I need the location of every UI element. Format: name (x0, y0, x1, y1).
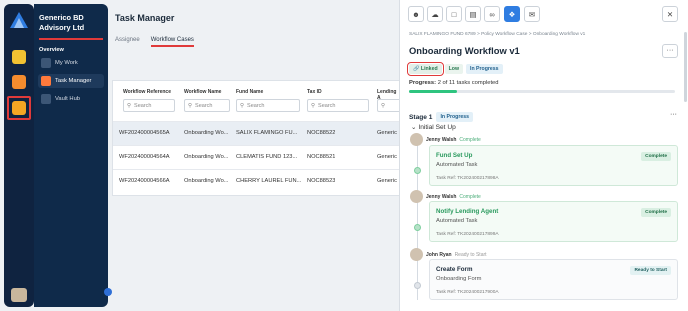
priority-badge: Low (444, 64, 463, 74)
close-icon[interactable]: ✕ (662, 6, 678, 22)
clipboard-icon[interactable]: ▤ (465, 6, 481, 22)
table-row[interactable]: WF202400004565A Onboarding Wo... SALIX F… (113, 121, 403, 145)
sidebar-item-vault-hub[interactable]: Vault Hub (38, 92, 104, 106)
search-input[interactable]: ⚲ Search (184, 99, 230, 112)
app-rail (4, 4, 34, 307)
status-badge: Complete (641, 152, 671, 161)
stage-more-icon[interactable]: ··· (670, 111, 677, 118)
tabs: Assignee Workflow Cases (115, 37, 194, 47)
table-row[interactable]: WF202400004566A Onboarding Wo... CHERRY … (113, 169, 403, 193)
search-input[interactable]: ⚲ Search (123, 99, 175, 112)
stage-status-badge: In Progress (436, 112, 474, 122)
timeline-dot (414, 282, 421, 289)
search-icon: ⚲ (127, 102, 132, 109)
task-card[interactable]: Notify Lending Agent Automated Task Task… (429, 201, 678, 242)
col-header: Tax ID (307, 89, 322, 95)
task-card[interactable]: Fund Set Up Automated Task Task Ref: TK2… (429, 145, 678, 186)
status-badge: Ready to Start (630, 266, 671, 275)
search-icon: ⚲ (381, 102, 386, 109)
stage-group-toggle[interactable]: ⌄ Initial Set Up (411, 123, 456, 131)
section-title: Overview (39, 47, 64, 53)
scrollbar[interactable] (684, 32, 687, 102)
stage-header: Stage 1 In Progress (409, 112, 474, 122)
progress-text: Progress: 2 of 11 tasks completed (409, 80, 499, 86)
search-icon: ⚲ (188, 102, 193, 109)
mail-icon[interactable]: ✉ (524, 6, 540, 22)
highlight-box (7, 96, 31, 120)
table-row[interactable]: WF202400004564A Onboarding Wo... CLEMATI… (113, 145, 403, 169)
avatar (410, 190, 423, 203)
timeline-line (417, 140, 418, 300)
sidebar-item-task-manager[interactable]: Task Manager (38, 74, 104, 88)
timeline-dot (414, 167, 421, 174)
workflow-detail-panel: ☻ ☁ □ ▤ ∞ ❖ ✉ ✕ SALIX FLAMINGO FUND 6789… (399, 0, 688, 311)
sidebar: Generico BD Advisory Ltd Overview My Wor… (34, 4, 108, 307)
my-work-icon (41, 58, 51, 68)
page-title: Task Manager (115, 13, 175, 23)
page-title: Onboarding Workflow v1 (409, 45, 520, 56)
org-name: Generico BD Advisory Ltd (39, 13, 85, 32)
task-card[interactable]: Create Form Onboarding Form Task Ref: TK… (429, 259, 678, 300)
chevron-down-icon: ⌄ (411, 124, 417, 131)
badge-group: 🔗 Linked Low In Progress (407, 62, 503, 76)
bell-icon (41, 76, 51, 86)
progress-bar (409, 90, 675, 93)
col-header: Fund Name (236, 89, 264, 95)
status-badge: Complete (641, 208, 671, 217)
tab-workflow-cases[interactable]: Workflow Cases (150, 37, 194, 47)
search-input[interactable]: ⚲ Search (307, 99, 369, 112)
avatar (410, 248, 423, 261)
timeline-dot (414, 224, 421, 231)
logo-icon (10, 12, 28, 28)
avatar (410, 133, 423, 146)
more-options-button[interactable]: ··· (662, 44, 678, 58)
app-2-icon[interactable] (12, 75, 26, 89)
folder-icon[interactable]: □ (446, 6, 462, 22)
col-header: Workflow Reference (123, 89, 171, 95)
main-content: Task Manager Assignee Workflow Cases Wor… (108, 4, 403, 307)
linked-badge[interactable]: 🔗 Linked (407, 62, 444, 76)
breadcrumb: SALIX FLAMINGO FUND 6789 > Policy Workfl… (409, 32, 586, 37)
search-input[interactable]: ⚲ Search (236, 99, 300, 112)
progress-fill (409, 90, 457, 93)
workflow-icon[interactable]: ❖ (504, 6, 520, 22)
tab-assignee[interactable]: Assignee (115, 37, 140, 47)
avatar[interactable] (11, 288, 27, 302)
sidebar-item-my-work[interactable]: My Work (38, 56, 104, 70)
cloud-icon[interactable]: ☁ (427, 6, 443, 22)
search-icon: ⚲ (311, 102, 316, 109)
org-underline (39, 38, 103, 40)
col-header: Workflow Name (184, 89, 222, 95)
vault-icon (41, 94, 51, 104)
status-badge: In Progress (466, 64, 503, 74)
workflow-table: Workflow Reference Workflow Name Fund Na… (112, 80, 403, 196)
link-icon[interactable]: ∞ (484, 6, 500, 22)
search-icon: ⚲ (240, 102, 245, 109)
user-icon[interactable]: ☻ (408, 6, 424, 22)
app-1-icon[interactable] (12, 50, 26, 64)
